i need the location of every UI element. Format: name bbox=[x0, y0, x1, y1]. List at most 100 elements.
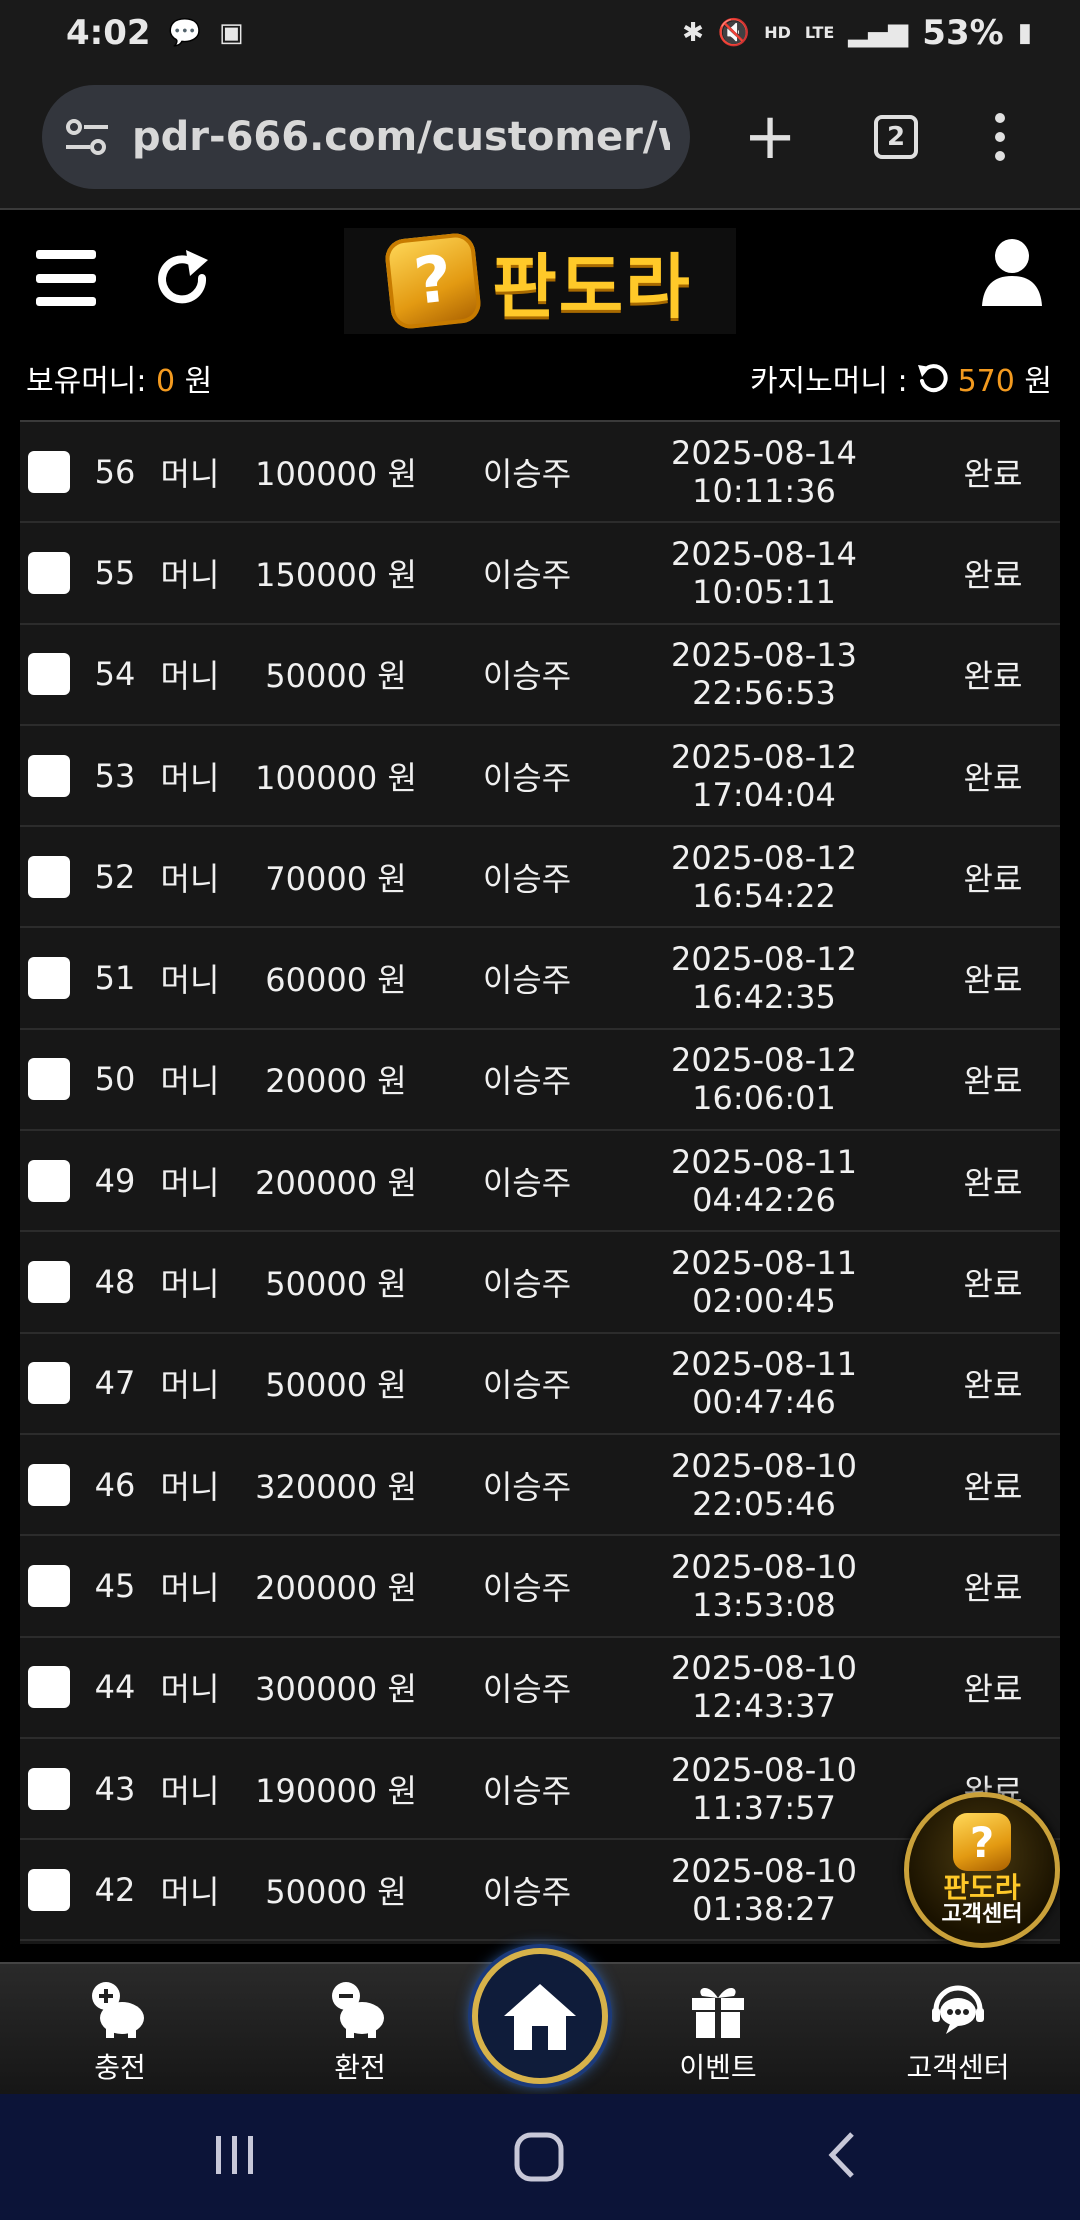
url-text[interactable]: pdr-666.com/customer/wit bbox=[132, 114, 670, 160]
system-home-icon[interactable] bbox=[512, 2130, 566, 2184]
user-icon[interactable] bbox=[980, 236, 1044, 308]
tab-switcher-button[interactable]: 2 bbox=[856, 97, 936, 177]
back-icon[interactable] bbox=[818, 2130, 868, 2180]
holding-money-label: 보유머니: bbox=[26, 364, 157, 399]
table-row[interactable]: 51 머니 60000 원 이승주 2025-08-12 16:42:35 완료 bbox=[20, 928, 1060, 1030]
row-name: 이승주 bbox=[482, 657, 572, 696]
table-row[interactable]: 54 머니 50000 원 이승주 2025-08-13 22:56:53 완료 bbox=[20, 625, 1060, 726]
row-type: 머니 bbox=[160, 1568, 220, 1607]
row-checkbox[interactable] bbox=[28, 855, 70, 898]
row-checkbox[interactable] bbox=[28, 551, 70, 594]
row-date: 2025-08-13 22:56:53 bbox=[671, 636, 857, 713]
nav-support[interactable]: 고객센터 bbox=[878, 1980, 1038, 2086]
table-row[interactable]: 45 머니 200000 원 이승주 2025-08-10 13:53:08 완료 bbox=[20, 1536, 1060, 1638]
site-logo[interactable]: ? 판도라 bbox=[344, 228, 736, 334]
row-name: 이승주 bbox=[482, 555, 572, 594]
row-number: 56 bbox=[94, 452, 136, 491]
refresh-icon[interactable] bbox=[152, 248, 216, 312]
new-tab-button[interactable]: + bbox=[730, 97, 810, 177]
table-row[interactable]: 42머니50000 원이승주2025-08-10 01:38:27완료 bbox=[20, 1840, 1060, 1942]
logo-text: 판도라 bbox=[492, 245, 692, 328]
row-name: 이승주 bbox=[482, 454, 572, 493]
row-status: 완료 bbox=[963, 1467, 1023, 1506]
address-bar[interactable]: pdr-666.com/customer/wit bbox=[42, 85, 690, 189]
row-amount: 200000 원 bbox=[255, 1568, 417, 1607]
row-amount: 200000 원 bbox=[255, 1163, 417, 1202]
casino-refresh-icon[interactable] bbox=[916, 361, 950, 395]
row-checkbox[interactable] bbox=[28, 1666, 70, 1709]
row-number: 53 bbox=[94, 756, 136, 795]
row-type: 머니 bbox=[160, 1872, 220, 1911]
more-menu-button[interactable] bbox=[970, 97, 1030, 177]
menu-icon[interactable] bbox=[36, 250, 96, 306]
row-amount: 50000 원 bbox=[265, 657, 407, 696]
row-date: 2025-08-10 22:05:46 bbox=[671, 1446, 857, 1523]
table-row[interactable]: 50 머니 20000 원 이승주 2025-08-12 16:06:01 완료 bbox=[20, 1030, 1060, 1132]
table-row[interactable]: 53 머니 100000 원 이승주 2025-08-12 17:04:04 완료 bbox=[20, 726, 1060, 828]
site-settings-icon[interactable] bbox=[64, 114, 110, 160]
table-row[interactable]: 55 머니 150000 원 이승주 2025-08-14 10:05:11 완료 bbox=[20, 523, 1060, 625]
row-checkbox[interactable] bbox=[28, 754, 70, 797]
row-type: 머니 bbox=[160, 1265, 220, 1304]
table-row[interactable]: 56 머니 100000 원 이승주 2025-08-14 10:11:36 완료 bbox=[20, 422, 1060, 524]
holding-money-unit: 원 bbox=[175, 364, 213, 399]
mute-icon: 🔇 bbox=[717, 18, 751, 48]
customer-center-floating-button[interactable]: ? 판도라 고객센터 bbox=[904, 1792, 1060, 1948]
table-row[interactable]: 48 머니 50000 원 이승주 2025-08-11 02:00:45 완료 bbox=[20, 1232, 1060, 1334]
withdrawal-history-list[interactable]: 56 머니 100000 원 이승주 2025-08-14 10:11:36 완료 55 머니… bbox=[20, 420, 1060, 1944]
status-time: 4:02 bbox=[66, 13, 151, 53]
table-row[interactable]: 49 머니 200000 원 이승주 2025-08-11 04:42:26 완료 bbox=[20, 1131, 1060, 1233]
row-date: 2025-08-12 16:54:22 bbox=[671, 838, 857, 915]
row-date: 2025-08-10 01:38:27 bbox=[671, 1851, 857, 1928]
nav-charge[interactable]: 충전 bbox=[40, 1980, 200, 2086]
table-row[interactable]: 44 머니 300000 원 이승주 2025-08-10 12:43:37 완료 bbox=[20, 1638, 1060, 1739]
row-checkbox[interactable] bbox=[28, 957, 70, 1000]
row-type: 머니 bbox=[160, 859, 220, 898]
nav-charge-label: 충전 bbox=[94, 2051, 146, 2084]
row-checkbox[interactable] bbox=[28, 1767, 70, 1810]
casino-money-value: 570 bbox=[957, 364, 1015, 399]
row-status: 완료 bbox=[963, 1568, 1023, 1607]
battery-icon: ▮ bbox=[1017, 18, 1032, 48]
row-type: 머니 bbox=[160, 555, 220, 594]
row-date: 2025-08-12 16:06:01 bbox=[671, 1041, 857, 1118]
row-checkbox[interactable] bbox=[28, 1261, 70, 1304]
row-amount: 100000 원 bbox=[255, 454, 417, 493]
lte-icon: LTE bbox=[804, 23, 835, 42]
row-checkbox[interactable] bbox=[28, 1564, 70, 1607]
headset-chat-icon bbox=[932, 1985, 984, 2034]
row-checkbox[interactable] bbox=[28, 1058, 70, 1101]
row-name: 이승주 bbox=[482, 1265, 572, 1304]
table-row[interactable]: 43 머니 190000 원 이승주 2025-08-10 11:37:57 완료 bbox=[20, 1739, 1060, 1841]
row-checkbox[interactable] bbox=[28, 1362, 70, 1405]
casino-money: 카지노머니 : 570 원 bbox=[750, 356, 1052, 400]
nav-event-label: 이벤트 bbox=[679, 2051, 757, 2084]
table-row[interactable]: 46 머니 320000 원 이승주 2025-08-10 22:05:46 완료 bbox=[20, 1435, 1060, 1537]
home-button[interactable] bbox=[472, 1948, 608, 2084]
row-name: 이승주 bbox=[482, 1872, 572, 1911]
row-status: 완료 bbox=[963, 657, 1023, 696]
row-checkbox[interactable] bbox=[28, 1868, 70, 1911]
table-row[interactable]: 47 머니 50000 원 이승주 2025-08-11 00:47:46 완료 bbox=[20, 1334, 1060, 1435]
row-name: 이승주 bbox=[482, 1771, 572, 1810]
row-checkbox[interactable] bbox=[28, 450, 70, 493]
row-type: 머니 bbox=[160, 1062, 220, 1101]
browser-toolbar: pdr-666.com/customer/wit + 2 bbox=[0, 66, 1080, 210]
row-amount: 50000 원 bbox=[265, 1265, 407, 1304]
row-name: 이승주 bbox=[482, 1163, 572, 1202]
table-row[interactable]: 52 머니 70000 원 이승주 2025-08-12 16:54:22 완료 bbox=[20, 827, 1060, 929]
row-checkbox[interactable] bbox=[28, 653, 70, 696]
balance-row: 보유머니: 0 원 카지노머니 : 570 원 bbox=[0, 348, 1080, 408]
nav-event[interactable]: 이벤트 bbox=[638, 1980, 798, 2086]
row-amount: 20000 원 bbox=[265, 1062, 407, 1101]
cs-coin-icon: ? bbox=[953, 1813, 1011, 1871]
row-checkbox[interactable] bbox=[28, 1159, 70, 1202]
nav-exchange-label: 환전 bbox=[334, 2051, 386, 2084]
row-checkbox[interactable] bbox=[28, 1463, 70, 1506]
cs-badge-title: 판도라 bbox=[943, 1871, 1021, 1904]
signal-icon: ▂▄▆ bbox=[848, 18, 909, 48]
row-number: 46 bbox=[94, 1465, 136, 1504]
nav-exchange[interactable]: 환전 bbox=[280, 1980, 440, 2086]
row-amount: 70000 원 bbox=[265, 859, 407, 898]
recent-apps-icon[interactable] bbox=[210, 2130, 260, 2180]
